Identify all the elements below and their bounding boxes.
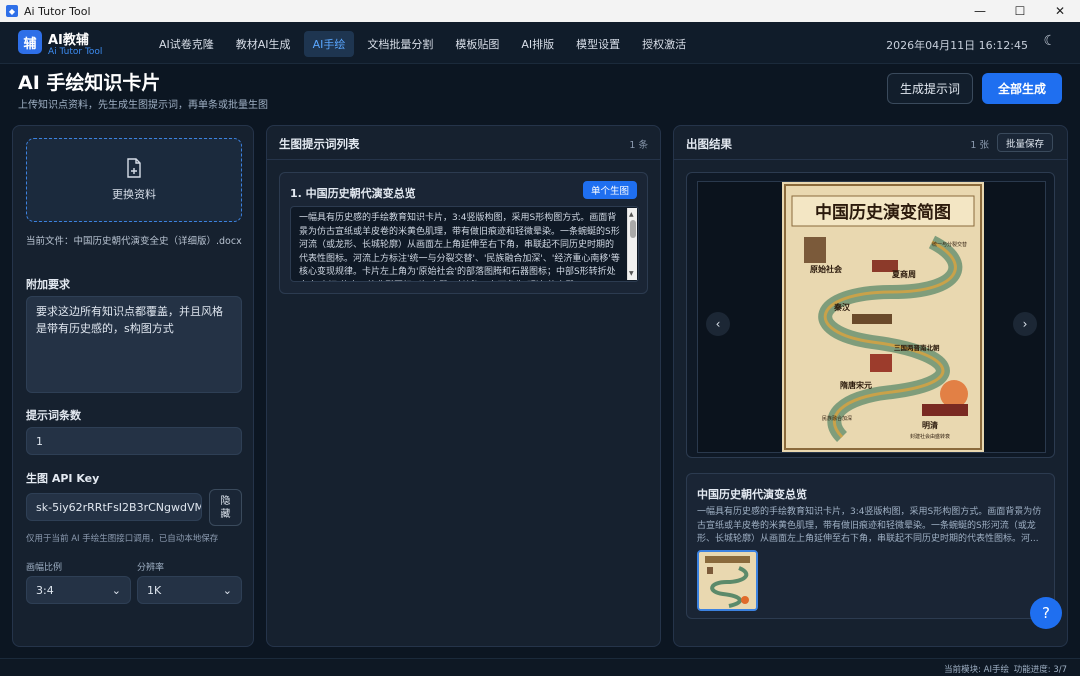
api-key-input[interactable]: sk-5iy62rRRtFsI2B3rCNgwdVM4y5 [26,493,202,521]
result-header: 出图结果 1 张 批量保存 [674,126,1067,160]
image-viewer-frame: ‹ › 中国历史演变简图 原始社会 夏商周 秦汉 三国两晋南北朝 隋唐宋元 明清… [697,181,1046,453]
prompt-list-panel: 生图提示词列表 1 条 1. 中国历史朝代演变总览 单个生图 一幅具有历史感的手… [266,125,661,647]
prompt-text: 一幅具有历史感的手绘教育知识卡片，3:4竖版构图，采用S形构图方式。画面背景为仿… [299,213,620,281]
datetime-display: 2026年04月11日 16:12:45 [886,39,1028,52]
batch-save-button[interactable]: 批量保存 [997,133,1053,152]
generate-all-button[interactable]: 全部生成 [982,73,1062,104]
hide-key-button[interactable]: 隐藏 [209,489,242,526]
moon-icon[interactable]: ☾ [1043,33,1056,49]
scroll-down-icon[interactable]: ▼ [629,267,634,281]
window-titlebar: ◆ Ai Tutor Tool — ☐ ✕ [0,0,1080,22]
nav-item-template-sticker[interactable]: 模板贴图 [446,31,508,57]
close-icon[interactable]: ✕ [1040,0,1080,22]
result-panel: 出图结果 1 张 批量保存 ‹ › 中国历史演变简图 原始社会 夏商周 秦汉 三… [673,125,1068,647]
extra-requirements-input[interactable]: 要求这边所有知识点都覆盖，并且风格是带有历史感的，s构图方式 [26,296,242,393]
resolution-value: 1K [147,583,162,597]
maximize-icon[interactable]: ☐ [1000,0,1040,22]
current-file-text: 当前文件：中国历史朝代演变全史（详细版）.docx [26,236,242,247]
prompt-card: 1. 中国历史朝代演变总览 单个生图 一幅具有历史感的手绘教育知识卡片，3:4竖… [279,172,648,294]
next-arrow-icon[interactable]: › [1013,312,1037,336]
nav-item-exam-clone[interactable]: AI试卷克隆 [150,31,223,57]
nav-item-license[interactable]: 授权激活 [633,31,695,57]
nav-item-ai-layout[interactable]: AI排版 [512,31,563,57]
poster-label-three-kingdoms: 三国两晋南北朝 [894,343,940,352]
page-title: AI 手绘知识卡片 [18,72,161,94]
scroll-thumb[interactable] [630,220,636,238]
ratio-value: 3:4 [36,583,54,597]
brand-name: AI教辅 [48,33,89,48]
result-card-title: 中国历史朝代演变总览 [697,488,807,501]
poster-label-sui-tang: 隋唐宋元 [840,380,872,390]
status-progress: 功能进度: 3/7 [1013,665,1067,675]
app-icon: ◆ [6,5,18,17]
nav-item-doc-split[interactable]: 文档批量分割 [358,31,442,57]
image-viewer: ‹ › 中国历史演变简图 原始社会 夏商周 秦汉 三国两晋南北朝 隋唐宋元 明清… [686,172,1055,458]
prompt-list-count: 1 条 [629,140,648,151]
nav-menu: AI试卷克隆 教材AI生成 AI手绘 文档批量分割 模板贴图 AI排版 模型设置… [150,31,695,57]
nav-item-textbook-gen[interactable]: 教材AI生成 [227,31,300,57]
status-module: 当前模块: AI手绘 [944,665,1009,675]
extra-requirements-label: 附加要求 [26,278,70,291]
window-controls: — ☐ ✕ [960,0,1080,22]
poster-note-unity: 统一与分裂交替 [932,241,967,248]
top-navbar: 辅 AI教辅 Ai Tutor Tool AI试卷克隆 教材AI生成 AI手绘 … [0,22,1080,64]
thumbnail-image [699,552,756,609]
poster-label-primitive: 原始社会 [810,264,842,274]
page-subtitle: 上传知识点资料，先生成生图提示词，再单条或批量生图 [18,100,268,111]
upload-label: 更换资料 [112,188,156,201]
api-key-label: 生图 API Key [26,472,100,485]
poster-label-xia-shang-zhou: 夏商周 [891,269,916,279]
result-thumbnail[interactable] [697,550,758,611]
poster-note-fusion: 民族融合加深 [822,415,852,422]
prompt-count-label: 提示词条数 [26,409,81,422]
prompt-card-title: 1. 中国历史朝代演变总览 [290,187,416,200]
nav-item-model-settings[interactable]: 模型设置 [567,31,629,57]
poster-title: 中国历史演变简图 [815,202,951,223]
result-card: 中国历史朝代演变总览 一幅具有历史感的手绘教育知识卡片，3:4竖版构图，采用S形… [686,473,1055,619]
file-add-icon [127,158,141,178]
prev-arrow-icon[interactable]: ‹ [706,312,730,336]
resolution-select[interactable]: 1K ⌄ [137,576,242,604]
logo-icon: 辅 [18,30,42,54]
brand-subtitle: Ai Tutor Tool [48,47,103,57]
chevron-down-icon: ⌄ [222,583,232,597]
chevron-down-icon: ⌄ [111,583,121,597]
upload-zone[interactable]: 更换资料 [26,138,242,222]
poster-note-decline: 封建社会由盛转衰 [910,433,950,440]
window-title: Ai Tutor Tool [24,4,91,18]
settings-panel: 更换资料 当前文件：中国历史朝代演变全史（详细版）.docx 附加要求 要求这边… [12,125,254,647]
generate-prompts-button[interactable]: 生成提示词 [887,73,973,104]
help-icon[interactable]: ? [1030,597,1062,629]
prompt-scrollbar[interactable]: ▲ ▼ [627,208,637,280]
ratio-label: 画幅比例 [26,563,63,573]
result-title: 出图结果 [686,137,732,151]
minimize-icon[interactable]: — [960,0,1000,22]
nav-item-ai-handdraw[interactable]: AI手绘 [303,31,355,57]
single-generate-button[interactable]: 单个生图 [583,181,637,199]
resolution-label: 分辨率 [137,563,165,573]
poster-label-qin-han: 秦汉 [833,302,851,312]
prompt-list-title: 生图提示词列表 [279,137,360,151]
prompt-count-input[interactable]: 1 [26,427,242,455]
poster-label-ming-qing: 明清 [922,420,938,430]
ratio-select[interactable]: 3:4 ⌄ [26,576,131,604]
result-card-description: 一幅具有历史感的手绘教育知识卡片，3:4竖版构图，采用S形构图方式。画面背景为仿… [697,507,1042,544]
generated-poster-image[interactable]: 中国历史演变简图 原始社会 夏商周 秦汉 三国两晋南北朝 隋唐宋元 明清 统一与… [782,182,984,452]
result-count: 1 张 [970,140,989,151]
prompt-textarea[interactable]: 一幅具有历史感的手绘教育知识卡片，3:4竖版构图，采用S形构图方式。画面背景为仿… [290,206,639,282]
status-bar: 当前模块: AI手绘 功能进度: 3/7 [0,658,1080,676]
api-key-hint: 仅用于当前 AI 手绘生图接口调用，已自动本地保存 [26,534,219,544]
prompt-list-header: 生图提示词列表 1 条 [267,126,660,160]
